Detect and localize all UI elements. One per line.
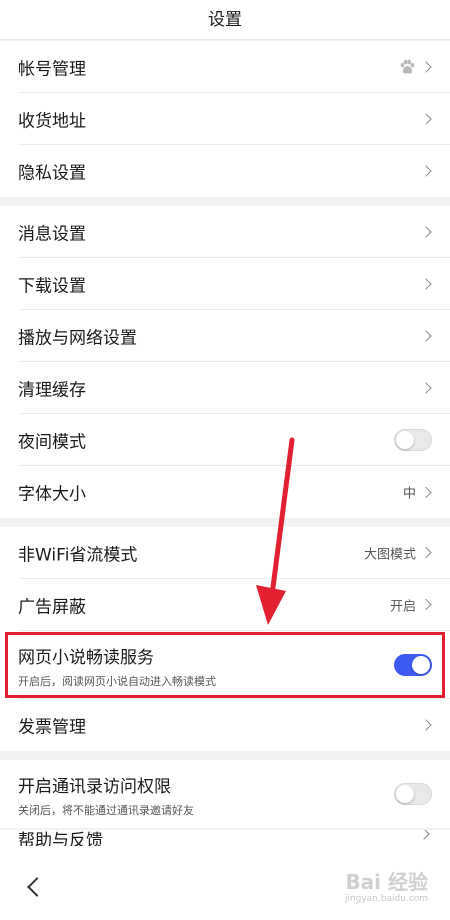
row-label: 收货地址 bbox=[18, 111, 86, 131]
settings-row-night-mode: 夜间模式 bbox=[18, 414, 450, 466]
row-label: 帐号管理 bbox=[18, 59, 86, 79]
bottom-navigation-bar: 帮助与反馈 Bai 经验 jingyan.baidu.com bbox=[0, 830, 450, 920]
group-divider bbox=[0, 197, 450, 206]
page-header: 设置 bbox=[0, 0, 450, 40]
watermark-logo: Bai 经验 bbox=[345, 870, 428, 894]
toggle-knob bbox=[396, 430, 414, 449]
settings-row-messages[interactable]: 消息设置 bbox=[18, 206, 450, 258]
chevron-right-icon bbox=[420, 381, 432, 394]
row-sublabel: 开启后，阅读网页小说自动进入畅读模式 bbox=[18, 675, 216, 688]
back-button[interactable] bbox=[20, 874, 48, 902]
chevron-left-icon bbox=[27, 877, 47, 897]
settings-row-privacy[interactable]: 隐私设置 bbox=[18, 145, 450, 197]
chevron-right-icon bbox=[418, 830, 430, 840]
chevron-right-icon bbox=[420, 486, 432, 498]
settings-row-contacts-permission: 开启通讯录访问权限 关闭后，将不能通过通讯录邀请好友 bbox=[18, 760, 450, 828]
contacts-permission-toggle[interactable] bbox=[394, 783, 432, 805]
settings-row-font-size[interactable]: 字体大小 中 bbox=[18, 466, 450, 518]
settings-row-help-feedback[interactable]: 帮助与反馈 bbox=[18, 830, 103, 846]
baidu-paw-icon bbox=[400, 59, 415, 73]
group-divider bbox=[0, 751, 450, 760]
row-label: 网页小说畅读服务 bbox=[18, 648, 154, 668]
row-label: 非WiFi省流模式 bbox=[18, 545, 138, 565]
settings-row-data-saver[interactable]: 非WiFi省流模式 大图模式 bbox=[18, 527, 450, 579]
partial-row-container: 帮助与反馈 bbox=[0, 830, 450, 846]
settings-row-download[interactable]: 下载设置 bbox=[18, 258, 450, 310]
row-label: 字体大小 bbox=[18, 484, 86, 505]
watermark-url: jingyan.baidu.com bbox=[344, 894, 428, 904]
settings-row-clear-cache[interactable]: 清理缓存 bbox=[18, 362, 450, 414]
settings-row-novel-reading: 网页小说畅读服务 开启后，阅读网页小说自动进入畅读模式 bbox=[18, 631, 450, 699]
night-mode-toggle[interactable] bbox=[394, 428, 432, 451]
font-size-value: 中 bbox=[402, 486, 416, 502]
row-label: 隐私设置 bbox=[18, 163, 86, 184]
chevron-right-icon bbox=[420, 719, 432, 731]
chevron-right-icon bbox=[420, 112, 432, 125]
chevron-right-icon bbox=[420, 60, 432, 73]
settings-group-browsing: 非WiFi省流模式 大图模式 广告屏蔽 开启 网页小说畅读服务 开启后，阅读网页… bbox=[0, 527, 450, 751]
settings-group-general: 消息设置 下载设置 播放与网络设置 清理缓存 夜间模式 字体大小 中 bbox=[0, 206, 450, 518]
chevron-right-icon bbox=[420, 329, 432, 342]
toggle-knob bbox=[412, 655, 430, 674]
settings-group-account: 帐号管理 收货地址 隐私设置 bbox=[0, 41, 450, 197]
settings-list: 帐号管理 收货地址 隐私设置 消息设置 下载设置 播放与网络设置 清理缓存 夜间… bbox=[0, 41, 450, 837]
page-title: 设置 bbox=[208, 10, 242, 30]
chevron-right-icon bbox=[420, 165, 432, 177]
row-label: 夜间模式 bbox=[18, 432, 86, 452]
annotation-arrow bbox=[256, 437, 295, 625]
row-label: 下载设置 bbox=[18, 276, 86, 296]
row-label: 开启通讯录访问权限 bbox=[18, 777, 171, 797]
settings-group-contacts: 开启通讯录访问权限 关闭后，将不能通过通讯录邀请好友 bbox=[0, 760, 450, 828]
row-label: 广告屏蔽 bbox=[18, 597, 86, 617]
settings-row-account[interactable]: 帐号管理 bbox=[18, 41, 450, 93]
novel-reading-toggle[interactable] bbox=[394, 653, 432, 676]
chevron-right-icon bbox=[420, 225, 432, 238]
settings-row-playback-network[interactable]: 播放与网络设置 bbox=[18, 310, 450, 362]
row-label: 清理缓存 bbox=[18, 380, 86, 400]
settings-row-invoice[interactable]: 发票管理 bbox=[18, 699, 450, 751]
row-label: 消息设置 bbox=[18, 224, 86, 244]
settings-row-address[interactable]: 收货地址 bbox=[18, 93, 450, 145]
chevron-right-icon bbox=[420, 277, 432, 290]
toggle-knob bbox=[396, 785, 414, 803]
settings-row-ad-block[interactable]: 广告屏蔽 开启 bbox=[18, 579, 450, 631]
ad-block-value: 开启 bbox=[389, 599, 416, 614]
group-divider bbox=[0, 518, 450, 527]
chevron-right-icon bbox=[420, 598, 432, 611]
data-saver-value: 大图模式 bbox=[363, 547, 416, 562]
row-label: 播放与网络设置 bbox=[18, 328, 137, 348]
row-sublabel: 关闭后，将不能通过通讯录邀请好友 bbox=[18, 804, 194, 817]
row-label: 发票管理 bbox=[18, 717, 86, 738]
chevron-right-icon bbox=[420, 546, 432, 559]
